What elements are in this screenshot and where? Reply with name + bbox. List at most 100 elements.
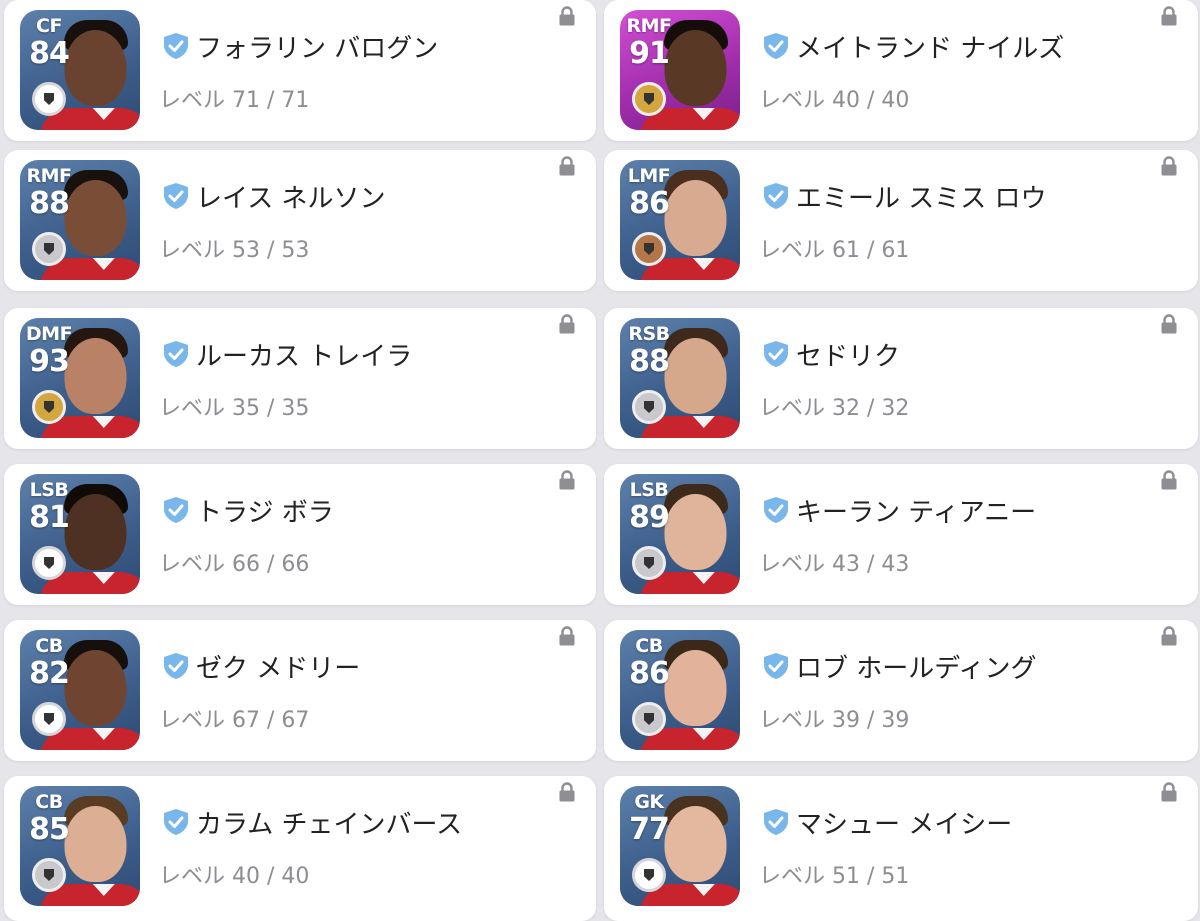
player-name: エミール スミス ロウ [796,184,1047,214]
level-prefix: レベル [159,552,226,577]
medal-icon [632,702,666,736]
player-level: レベル 66 / 66 [159,546,309,578]
level-prefix: レベル [159,708,226,733]
overall-rating: 88 [29,186,70,221]
level-value: 32 / 32 [832,396,910,421]
verified-shield-icon [164,497,188,523]
player-portrait: RMF 91 [620,10,740,130]
player-level: レベル 43 / 43 [759,546,909,578]
level-prefix: レベル [159,396,226,421]
lock-icon[interactable] [558,314,576,334]
level-value: 40 / 40 [232,864,310,889]
verified-shield-icon [164,33,188,59]
player-card[interactable]: RSB 88 セドリク レベル 32 / 32 [604,308,1198,449]
position-label: RMF [26,165,72,187]
level-prefix: レベル [159,88,226,113]
player-card[interactable]: CB 86 ロブ ホールディング レベル 39 / 39 [604,620,1198,761]
verified-shield-icon [164,809,188,835]
player-level: レベル 32 / 32 [759,390,909,422]
lock-icon[interactable] [1160,626,1178,646]
position-label: LSB [29,479,69,501]
player-card[interactable]: DMF 93 ルーカス トレイラ レベル 35 / 35 [4,308,596,449]
player-portrait: LMF 86 [620,160,740,280]
verified-shield-icon [164,183,188,209]
position-label: CB [635,635,663,657]
level-value: 39 / 39 [832,708,910,733]
lock-icon[interactable] [558,156,576,176]
medal-icon [32,82,66,116]
player-name: レイス ネルソン [196,184,386,214]
medal-icon [632,858,666,892]
lock-icon[interactable] [1160,6,1178,26]
position-label: CF [36,15,62,37]
medal-icon [32,390,66,424]
verified-shield-icon [164,653,188,679]
verified-shield-icon [764,809,788,835]
player-level: レベル 35 / 35 [159,390,309,422]
player-card[interactable]: LMF 86 エミール スミス ロウ レベル 61 / 61 [604,150,1198,291]
level-prefix: レベル [759,396,826,421]
player-portrait: CB 86 [620,630,740,750]
player-card[interactable]: LSB 89 キーラン ティアニー レベル 43 / 43 [604,464,1198,605]
overall-rating: 77 [629,812,670,847]
medal-icon [32,702,66,736]
player-name: ゼク メドリー [196,654,361,684]
overall-rating: 81 [29,500,70,535]
overall-rating: 86 [629,186,670,221]
level-value: 67 / 67 [232,708,310,733]
player-name: キーラン ティアニー [796,498,1037,528]
level-prefix: レベル [759,864,826,889]
lock-icon[interactable] [558,470,576,490]
player-portrait: LSB 81 [20,474,140,594]
player-portrait: CB 85 [20,786,140,906]
overall-rating: 91 [629,36,670,71]
level-value: 51 / 51 [832,864,910,889]
verified-shield-icon [764,183,788,209]
player-card[interactable]: LSB 81 トラジ ボラ レベル 66 / 66 [4,464,596,605]
verified-shield-icon [764,497,788,523]
lock-icon[interactable] [558,6,576,26]
lock-icon[interactable] [1160,314,1178,334]
player-card[interactable]: RMF 91 メイトランド ナイルズ レベル 40 / 40 [604,0,1198,141]
level-value: 35 / 35 [232,396,310,421]
position-label: LSB [629,479,669,501]
lock-icon[interactable] [558,626,576,646]
overall-rating: 88 [629,344,670,379]
verified-shield-icon [164,341,188,367]
player-name: ルーカス トレイラ [196,342,413,372]
player-name: カラム チェインバース [196,810,463,840]
player-card[interactable]: CB 85 カラム チェインバース レベル 40 / 40 [4,776,596,921]
player-card[interactable]: CB 82 ゼク メドリー レベル 67 / 67 [4,620,596,761]
position-label: DMF [25,323,73,345]
player-grid: CF 84 フォラリン バログン レベル 71 / 71 RMF 91 メイトラ… [0,0,1200,921]
lock-icon[interactable] [558,782,576,802]
level-prefix: レベル [159,864,226,889]
level-prefix: レベル [759,708,826,733]
lock-icon[interactable] [1160,470,1178,490]
medal-icon [632,232,666,266]
lock-icon[interactable] [1160,782,1178,802]
player-card[interactable]: GK 77 マシュー メイシー レベル 51 / 51 [604,776,1198,921]
verified-shield-icon [764,341,788,367]
level-prefix: レベル [759,88,826,113]
player-level: レベル 67 / 67 [159,702,309,734]
verified-shield-icon [764,33,788,59]
medal-icon [632,390,666,424]
player-portrait: CB 82 [20,630,140,750]
position-label: RSB [628,323,670,345]
overall-rating: 85 [29,812,70,847]
lock-icon[interactable] [1160,156,1178,176]
player-card[interactable]: CF 84 フォラリン バログン レベル 71 / 71 [4,0,596,141]
medal-icon [632,546,666,580]
overall-rating: 93 [29,344,70,379]
player-name: トラジ ボラ [196,498,334,528]
level-value: 40 / 40 [832,88,910,113]
medal-icon [32,546,66,580]
player-level: レベル 71 / 71 [159,82,309,114]
player-card[interactable]: RMF 88 レイス ネルソン レベル 53 / 53 [4,150,596,291]
player-level: レベル 53 / 53 [159,232,309,264]
player-portrait: RMF 88 [20,160,140,280]
player-name: ロブ ホールディング [796,654,1037,684]
medal-icon [32,858,66,892]
player-name: マシュー メイシー [796,810,1013,840]
